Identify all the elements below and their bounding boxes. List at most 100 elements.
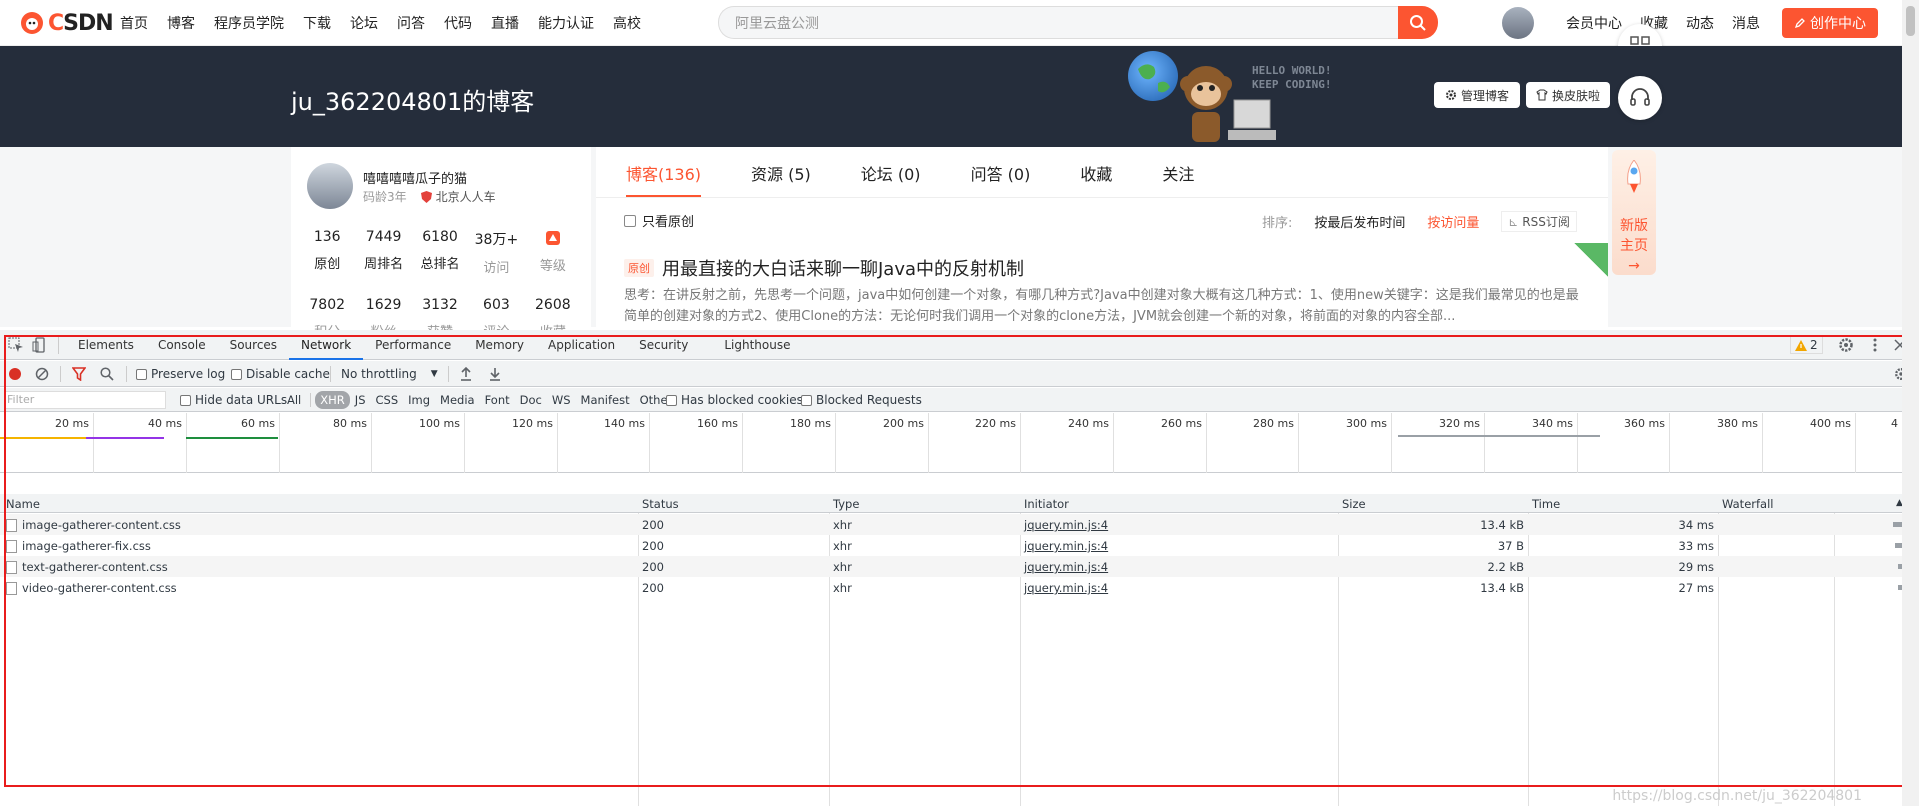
search-button[interactable] [1398, 6, 1438, 39]
import-har-icon[interactable] [460, 367, 472, 381]
checkbox-box[interactable] [624, 214, 636, 227]
column-header-type[interactable]: Type [833, 497, 859, 511]
only-original-checkbox[interactable]: 只看原创 [624, 211, 694, 230]
table-row[interactable]: image-gatherer-fix.css 200 xhr jquery.mi… [0, 535, 1902, 556]
request-initiator-link[interactable]: jquery.min.js:4 [1024, 518, 1108, 532]
nav-item[interactable]: 代码 [444, 13, 472, 33]
checkbox-box[interactable] [666, 394, 677, 406]
record-icon[interactable] [8, 367, 22, 381]
export-har-icon[interactable] [489, 367, 501, 381]
scroll-thumb[interactable] [1906, 6, 1915, 36]
create-center-button[interactable]: 创作中心 [1782, 8, 1878, 38]
inspect-element-icon[interactable] [8, 337, 24, 353]
tab-blog[interactable]: 博客(136) [626, 161, 702, 197]
sort-by-time[interactable]: 按最后发布时间 [1314, 212, 1405, 231]
sort-by-views[interactable]: 按访问量 [1427, 212, 1479, 231]
request-name[interactable]: image-gatherer-content.css [6, 518, 181, 532]
nav-item[interactable]: 下载 [303, 13, 331, 33]
column-header-initiator[interactable]: Initiator [1024, 497, 1069, 511]
tab-lighthouse[interactable]: Lighthouse [700, 330, 802, 360]
request-name[interactable]: image-gatherer-fix.css [6, 539, 151, 553]
disable-cache-checkbox[interactable]: Disable cache [231, 367, 330, 381]
new-homepage-button[interactable]: 新版 主页 → [1612, 150, 1656, 275]
search-input[interactable]: 阿里云盘公测 [718, 6, 1398, 39]
user-avatar[interactable] [1502, 7, 1534, 39]
settings-gear-icon[interactable] [1838, 337, 1854, 353]
table-row[interactable]: video-gatherer-content.css 200 xhr jquer… [0, 577, 1902, 598]
checkbox-box[interactable] [801, 394, 812, 406]
hide-data-urls-checkbox[interactable]: Hide data URLs [180, 393, 287, 407]
table-row[interactable]: text-gatherer-content.css 200 xhr jquery… [0, 556, 1902, 577]
tab-qa[interactable]: 问答 (0) [971, 161, 1031, 197]
column-header-name[interactable]: Name [6, 497, 40, 511]
messages-link[interactable]: 消息 [1732, 13, 1760, 33]
type-filter-img[interactable]: Img [403, 391, 435, 409]
nav-item[interactable]: 论坛 [350, 13, 378, 33]
preserve-log-checkbox[interactable]: Preserve log [136, 367, 225, 381]
column-header-time[interactable]: Time [1532, 497, 1560, 511]
tab-forum[interactable]: 论坛 (0) [861, 161, 921, 197]
stat-original[interactable]: 136 原创 [299, 229, 355, 276]
request-initiator-link[interactable]: jquery.min.js:4 [1024, 560, 1108, 574]
request-name[interactable]: video-gatherer-content.css [6, 581, 177, 595]
article-title[interactable]: 原创 用最直接的大白话来聊一聊Java中的反射机制 [624, 255, 1024, 281]
tab-elements[interactable]: Elements [66, 330, 146, 360]
activity-link[interactable]: 动态 [1686, 13, 1714, 33]
table-row[interactable]: image-gatherer-content.css 200 xhr jquer… [0, 514, 1902, 535]
type-filter-media[interactable]: Media [435, 391, 480, 409]
filter-input[interactable]: Filter [4, 391, 166, 409]
more-options-icon[interactable] [1872, 337, 1878, 353]
tab-security[interactable]: Security [627, 330, 700, 360]
checkbox-box[interactable] [136, 368, 147, 380]
filter-icon[interactable] [72, 367, 86, 381]
tab-resources[interactable]: 资源 (5) [751, 161, 811, 197]
search-icon[interactable] [100, 367, 114, 381]
csdn-logo[interactable]: CSDN [20, 8, 114, 38]
type-filter-xhr[interactable]: XHR [315, 391, 350, 409]
type-filter-all[interactable]: All [282, 391, 306, 409]
profile-name[interactable]: 嘻嘻嘻嘻瓜子的猫 [363, 168, 467, 187]
network-overview-timeline[interactable]: 20 ms 40 ms 60 ms 80 ms 100 ms 120 ms 14… [0, 413, 1902, 473]
type-filter-font[interactable]: Font [480, 391, 515, 409]
type-filter-manifest[interactable]: Manifest [576, 391, 635, 409]
nav-item[interactable]: 首页 [120, 13, 148, 33]
nav-item[interactable]: 直播 [491, 13, 519, 33]
type-filter-doc[interactable]: Doc [515, 391, 547, 409]
nav-item[interactable]: 能力认证 [538, 13, 594, 33]
checkbox-box[interactable] [231, 368, 242, 380]
tab-network[interactable]: Network [289, 330, 364, 360]
nav-item[interactable]: 高校 [613, 13, 641, 33]
clear-icon[interactable] [35, 367, 49, 381]
customer-service-button[interactable] [1618, 76, 1662, 120]
warnings-badge[interactable]: 2 [1790, 336, 1823, 354]
change-skin-button[interactable]: 换皮肤啦 [1526, 82, 1610, 108]
type-filter-css[interactable]: CSS [371, 391, 404, 409]
page-scrollbar[interactable] [1902, 0, 1919, 806]
tab-application[interactable]: Application [536, 330, 627, 360]
tab-sources[interactable]: Sources [218, 330, 289, 360]
tab-performance[interactable]: Performance [363, 330, 463, 360]
rss-button[interactable]: ⊾ RSS订阅 [1501, 211, 1577, 232]
device-toolbar-icon[interactable] [32, 337, 48, 353]
nav-item[interactable]: 问答 [397, 13, 425, 33]
type-filter-js[interactable]: JS [350, 391, 371, 409]
nav-item[interactable]: 博客 [167, 13, 195, 33]
checkbox-box[interactable] [180, 394, 191, 406]
column-header-size[interactable]: Size [1342, 497, 1366, 511]
tab-memory[interactable]: Memory [463, 330, 536, 360]
article-title-text[interactable]: 用最直接的大白话来聊一聊Java中的反射机制 [662, 255, 1024, 281]
tab-console[interactable]: Console [146, 330, 218, 360]
column-header-waterfall[interactable]: Waterfall [1722, 497, 1773, 511]
blocked-cookies-checkbox[interactable]: Has blocked cookies [666, 393, 803, 407]
member-center-link[interactable]: 会员中心 [1566, 13, 1622, 33]
type-filter-ws[interactable]: WS [547, 391, 576, 409]
request-initiator-link[interactable]: jquery.min.js:4 [1024, 581, 1108, 595]
blocked-requests-checkbox[interactable]: Blocked Requests [801, 393, 922, 407]
tab-favorites[interactable]: 收藏 [1080, 161, 1112, 197]
request-name[interactable]: text-gatherer-content.css [6, 560, 168, 574]
throttling-select[interactable]: No throttling ▼ [341, 367, 438, 381]
stat-total-rank[interactable]: 6180 总排名 [412, 229, 468, 276]
request-initiator-link[interactable]: jquery.min.js:4 [1024, 539, 1108, 553]
article-description[interactable]: 思考：在讲反射之前，先思考一个问题，java中如何创建一个对象，有哪几种方式?J… [624, 285, 1590, 327]
stat-weekly-rank[interactable]: 7449 周排名 [355, 229, 411, 276]
